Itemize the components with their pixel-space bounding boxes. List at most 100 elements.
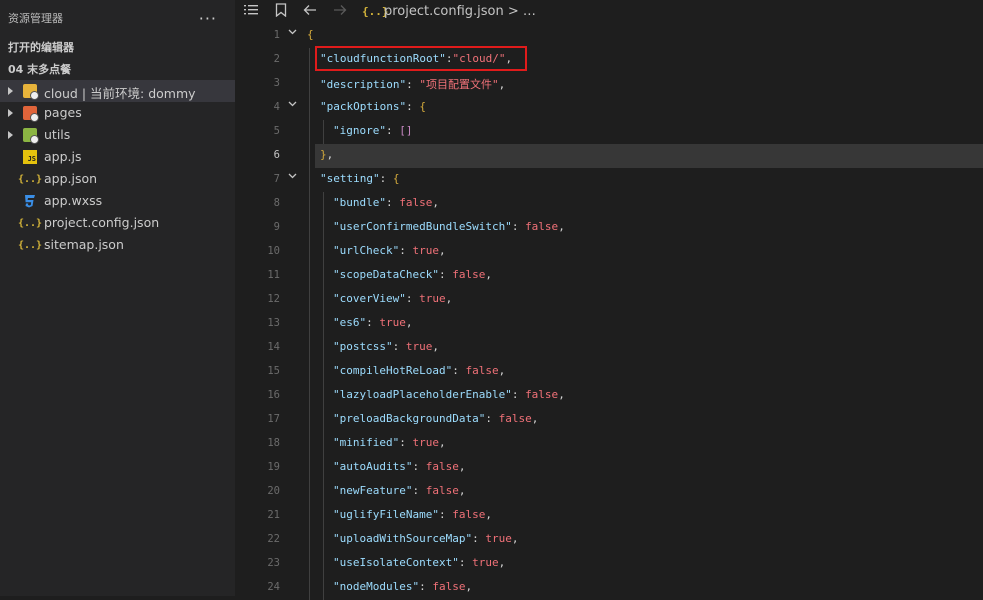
code-editor[interactable]: 1{2 "cloudfunctionRoot":"cloud/", 3 "descri…: [235, 24, 983, 600]
line-number: 5: [273, 125, 280, 137]
chevron-right-icon[interactable]: [8, 87, 13, 95]
code-text: {: [307, 28, 314, 41]
code-line[interactable]: 10 "urlCheck": true,: [235, 240, 983, 264]
chevron-right-icon[interactable]: [8, 131, 13, 139]
fold-chevron-down-icon[interactable]: [287, 98, 298, 112]
line-number: 14: [267, 341, 280, 353]
code-text: "scopeDataCheck": false,: [333, 268, 492, 281]
tree-item-label: app.js: [44, 149, 82, 164]
pages-folder-icon: [23, 106, 39, 122]
tree-item-app-wxss[interactable]: app.wxss: [0, 190, 235, 212]
code-line[interactable]: 18 "minified": true,: [235, 432, 983, 456]
line-number: 3: [273, 77, 280, 89]
line-number: 13: [267, 317, 280, 329]
tree-item-cloud[interactable]: cloud | 当前环境: dommy: [0, 80, 235, 102]
code-line[interactable]: 14 "postcss": true,: [235, 336, 983, 360]
code-text: "useIsolateContext": true,: [333, 556, 506, 569]
code-text: "packOptions": {: [320, 100, 426, 113]
code-text: "minified": true,: [333, 436, 446, 449]
code-text: "ignore": []: [333, 124, 413, 137]
indent-guide: [323, 120, 324, 144]
chevron-right-icon[interactable]: [8, 109, 13, 117]
code-text: "userConfirmedBundleSwitch": false,: [333, 220, 565, 233]
tree-item-project-config[interactable]: {..} project.config.json: [0, 212, 235, 234]
code-line[interactable]: 17 "preloadBackgroundData": false,: [235, 408, 983, 432]
tree-item-label: project.config.json: [44, 215, 160, 230]
file-tree: cloud | 当前环境: dommy pages utils JS app.j…: [0, 80, 235, 256]
highlight-box: [315, 46, 527, 71]
tree-item-label: pages: [44, 105, 82, 120]
explorer-sidebar: 资源管理器 ··· 打开的编辑器 04 末多点餐 cloud | 当前环境: d…: [0, 0, 235, 596]
code-text: "newFeature": false,: [333, 484, 466, 497]
code-text: "postcss": true,: [333, 340, 439, 353]
line-number: 24: [267, 581, 280, 593]
line-number: 15: [267, 365, 280, 377]
tree-item-label: utils: [44, 127, 71, 142]
js-file-icon: JS: [23, 150, 37, 164]
fold-chevron-down-icon[interactable]: [287, 170, 298, 184]
code-line[interactable]: 5 "ignore": []: [235, 120, 983, 144]
line-number: 22: [267, 533, 280, 545]
line-number: 10: [267, 245, 280, 257]
code-line[interactable]: 1{: [235, 24, 983, 48]
code-text: "nodeModules": false,: [333, 580, 473, 593]
tree-item-pages[interactable]: pages: [0, 102, 235, 124]
code-text: "preloadBackgroundData": false,: [333, 412, 539, 425]
code-text: "compileHotReLoad": false,: [333, 364, 506, 377]
indent-guide: [323, 192, 324, 600]
breadcrumb[interactable]: project.config.json > …: [384, 4, 536, 19]
line-number: 23: [267, 557, 280, 569]
code-text: },: [320, 148, 334, 161]
code-line[interactable]: 8 "bundle": false,: [235, 192, 983, 216]
open-editors-section[interactable]: 打开的编辑器: [0, 36, 235, 58]
utils-folder-icon: [23, 128, 39, 144]
code-text: "description": "项目配置文件",: [320, 78, 506, 91]
explorer-title: 资源管理器: [8, 12, 63, 25]
code-line[interactable]: 4 "packOptions": {: [235, 96, 983, 120]
code-line[interactable]: 16 "lazyloadPlaceholderEnable": false,: [235, 384, 983, 408]
json-file-icon: {..}: [17, 217, 43, 229]
code-line[interactable]: 3 "description": "项目配置文件",: [235, 72, 983, 96]
code-line[interactable]: 7 "setting": {: [235, 168, 983, 192]
fold-chevron-down-icon[interactable]: [287, 26, 298, 40]
list-icon[interactable]: [244, 3, 258, 21]
more-actions-icon[interactable]: ···: [199, 9, 217, 28]
code-line[interactable]: 9 "userConfirmedBundleSwitch": false,: [235, 216, 983, 240]
code-line[interactable]: 12 "coverView": true,: [235, 288, 983, 312]
tree-item-utils[interactable]: utils: [0, 124, 235, 146]
tree-item-app-js[interactable]: JS app.js: [0, 146, 235, 168]
code-line[interactable]: 21 "uglifyFileName": false,: [235, 504, 983, 528]
editor-toolbar: {..} project.config.json > …: [235, 0, 983, 24]
code-line[interactable]: 24 "nodeModules": false,: [235, 576, 983, 600]
tree-item-label: sitemap.json: [44, 237, 124, 252]
code-text: "es6": true,: [333, 316, 413, 329]
code-line[interactable]: 19 "autoAudits": false,: [235, 456, 983, 480]
tree-item-sitemap[interactable]: {..} sitemap.json: [0, 234, 235, 256]
code-line[interactable]: 11 "scopeDataCheck": false,: [235, 264, 983, 288]
explorer-header: 资源管理器 ···: [0, 0, 235, 36]
line-number: 11: [267, 269, 280, 281]
code-line[interactable]: 6},: [235, 144, 983, 168]
tree-item-label: app.json: [44, 171, 98, 186]
code-line[interactable]: 22 "uploadWithSourceMap": true,: [235, 528, 983, 552]
code-line[interactable]: 23 "useIsolateContext": true,: [235, 552, 983, 576]
code-line[interactable]: 15 "compileHotReLoad": false,: [235, 360, 983, 384]
line-number: 17: [267, 413, 280, 425]
tree-item-app-json[interactable]: {..} app.json: [0, 168, 235, 190]
code-text: "autoAudits": false,: [333, 460, 466, 473]
line-number: 7: [273, 173, 280, 185]
tree-item-label: cloud | 当前环境: dommy: [44, 86, 196, 101]
bookmark-icon[interactable]: [275, 3, 287, 21]
code-text: "urlCheck": true,: [333, 244, 446, 257]
forward-arrow-icon[interactable]: [333, 3, 347, 21]
json-file-icon: {..}: [17, 173, 43, 185]
project-section[interactable]: 04 末多点餐: [0, 58, 235, 80]
line-number: 16: [267, 389, 280, 401]
code-text: "uploadWithSourceMap": true,: [333, 532, 519, 545]
back-arrow-icon[interactable]: [303, 3, 317, 21]
code-line[interactable]: 13 "es6": true,: [235, 312, 983, 336]
line-number: 20: [267, 485, 280, 497]
line-number: 4: [273, 101, 280, 113]
line-number: 21: [267, 509, 280, 521]
code-line[interactable]: 20 "newFeature": false,: [235, 480, 983, 504]
